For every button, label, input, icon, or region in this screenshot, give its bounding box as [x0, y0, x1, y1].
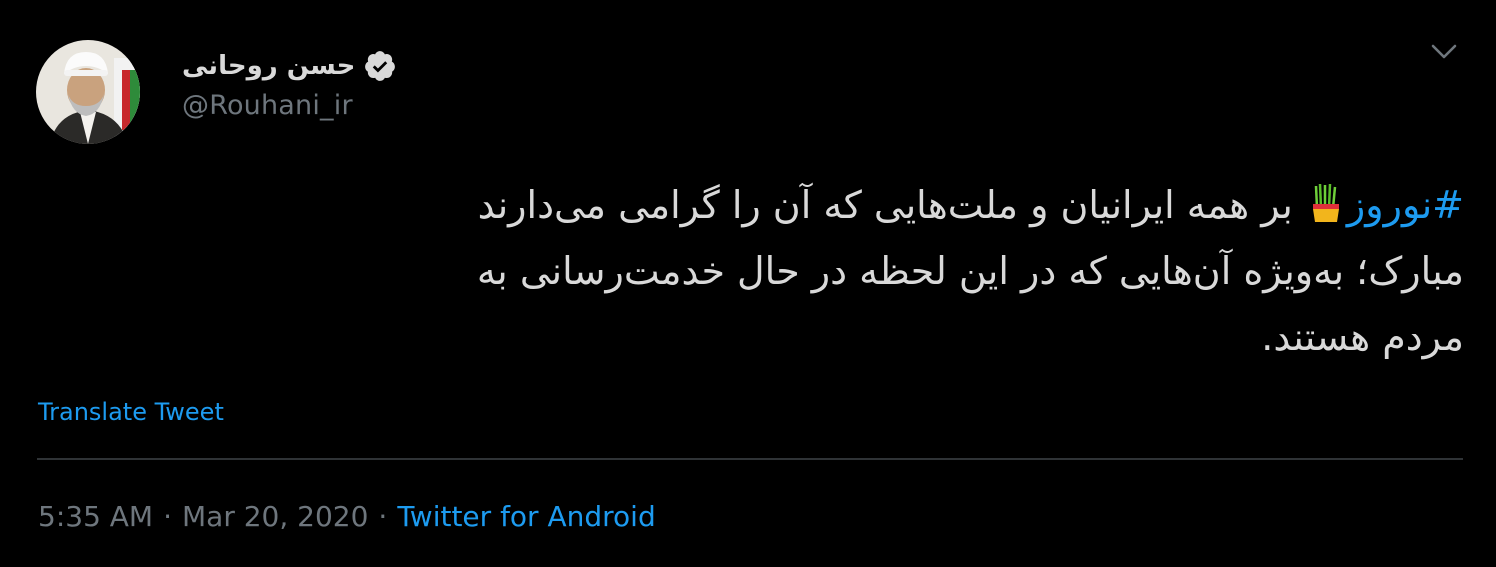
- tweet-time[interactable]: 5:35 AM: [38, 500, 153, 533]
- tweet-source-link[interactable]: Twitter for Android: [397, 500, 655, 533]
- verified-badge-icon: [363, 49, 397, 83]
- hashtag-link[interactable]: #نوروز: [1347, 183, 1464, 227]
- user-meta: حسن روحانی @Rouhani_ir: [182, 46, 397, 121]
- tweet-text-1: بر همه ایرانیان و ملت‌هایی که آن را گرام…: [477, 183, 1293, 227]
- display-name[interactable]: حسن روحانی: [182, 51, 355, 81]
- tweet-meta: 5:35 AM · Mar 20, 2020 · Twitter for Android: [38, 500, 656, 533]
- tweet-date[interactable]: Mar 20, 2020: [182, 500, 368, 533]
- meta-separator: ·: [163, 500, 172, 533]
- tweet-text: #نوروز بر همه ایرانیان و ملت‌هایی که آن …: [130, 172, 1464, 370]
- user-handle[interactable]: @Rouhani_ir: [182, 90, 397, 121]
- translate-tweet-link[interactable]: Translate Tweet: [38, 398, 224, 426]
- sabzeh-emoji-icon: [1311, 178, 1341, 222]
- tweet-text-2: مبارک؛ به‌ویژه آن‌هایی که در این لحظه در…: [476, 249, 1464, 293]
- tweet-header: حسن روحانی @Rouhani_ir: [36, 40, 636, 144]
- more-options-button[interactable]: [1424, 36, 1464, 68]
- avatar[interactable]: [36, 40, 140, 144]
- divider: [37, 458, 1463, 460]
- tweet-card: حسن روحانی @Rouhani_ir #نوروز بر همه ایر…: [0, 0, 1496, 567]
- tweet-text-3: مردم هستند.: [1261, 315, 1464, 359]
- tweet-text-line-1: #نوروز بر همه ایرانیان و ملت‌هایی که آن …: [130, 172, 1464, 238]
- chevron-down-icon: [1431, 44, 1457, 59]
- name-row: حسن روحانی: [182, 46, 397, 86]
- meta-separator: ·: [378, 500, 388, 533]
